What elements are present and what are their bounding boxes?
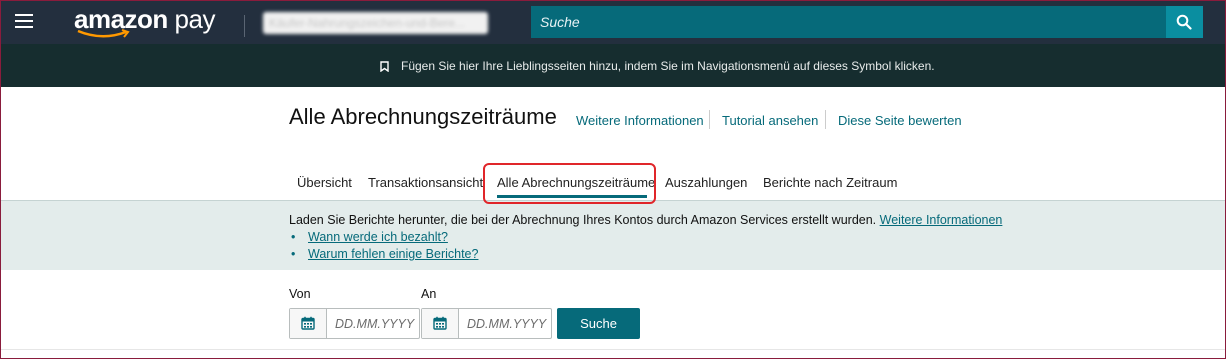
logo-product: pay: [174, 4, 216, 34]
tab-overview[interactable]: Übersicht: [297, 175, 352, 190]
link-divider: [709, 110, 710, 129]
from-date-input[interactable]: [327, 309, 419, 338]
tab-all-settlement-periods[interactable]: Alle Abrechnungszeiträume: [497, 175, 655, 190]
tab-transactions[interactable]: Transaktionsansicht: [368, 175, 483, 190]
from-date-field: [289, 308, 420, 339]
to-date-field: [421, 308, 552, 339]
from-date-label: Von: [289, 287, 311, 301]
from-date-picker-button[interactable]: [290, 309, 327, 338]
link-divider: [825, 110, 826, 129]
to-date-picker-button[interactable]: [422, 309, 459, 338]
menu-icon[interactable]: [15, 14, 33, 30]
active-tab-indicator: [497, 195, 647, 198]
list-item: Warum fehlen einige Berichte?: [289, 247, 478, 264]
info-banner: [1, 200, 1225, 270]
list-item: Wann werde ich bezahlt?: [289, 230, 478, 247]
to-date-input[interactable]: [459, 309, 551, 338]
info-more-link[interactable]: Weitere Informationen: [880, 213, 1003, 227]
calendar-icon: [301, 316, 315, 330]
tutorial-link[interactable]: Tutorial ansehen: [722, 113, 818, 128]
calendar-icon: [433, 316, 447, 330]
more-info-link[interactable]: Weitere Informationen: [576, 113, 704, 128]
bookmark-icon: [380, 61, 389, 72]
tab-disbursements[interactable]: Auszahlungen: [665, 175, 747, 190]
content-divider: [1, 349, 1225, 350]
to-date-label: An: [421, 287, 437, 301]
page-title: Alle Abrechnungszeiträume: [289, 104, 557, 129]
tab-reports-by-period[interactable]: Berichte nach Zeitraum: [763, 175, 897, 190]
search-input[interactable]: [531, 6, 1167, 38]
date-search-button[interactable]: Suche: [557, 308, 640, 339]
info-text: Laden Sie Berichte herunter, die bei der…: [289, 213, 1002, 227]
rate-page-link[interactable]: Diese Seite bewerten: [838, 113, 962, 128]
favorites-notice-text: Fügen Sie hier Ihre Lieblingsseiten hinz…: [401, 59, 935, 73]
header-divider: [244, 15, 245, 37]
when-paid-link[interactable]: Wann werde ich bezahlt?: [308, 230, 448, 244]
amazon-smile-icon: [77, 29, 130, 38]
info-description: Laden Sie Berichte herunter, die bei der…: [289, 213, 877, 227]
search-icon: [1176, 14, 1192, 30]
account-selector[interactable]: Käufer-Nahrungszeichen-und-Bere...: [263, 12, 488, 34]
missing-reports-link[interactable]: Warum fehlen einige Berichte?: [308, 247, 478, 261]
search-field: [531, 6, 1167, 38]
info-help-list: Wann werde ich bezahlt? Warum fehlen ein…: [289, 230, 478, 264]
search-button[interactable]: [1166, 6, 1203, 38]
favorites-notice-bar: Fügen Sie hier Ihre Lieblingsseiten hinz…: [1, 44, 1225, 87]
